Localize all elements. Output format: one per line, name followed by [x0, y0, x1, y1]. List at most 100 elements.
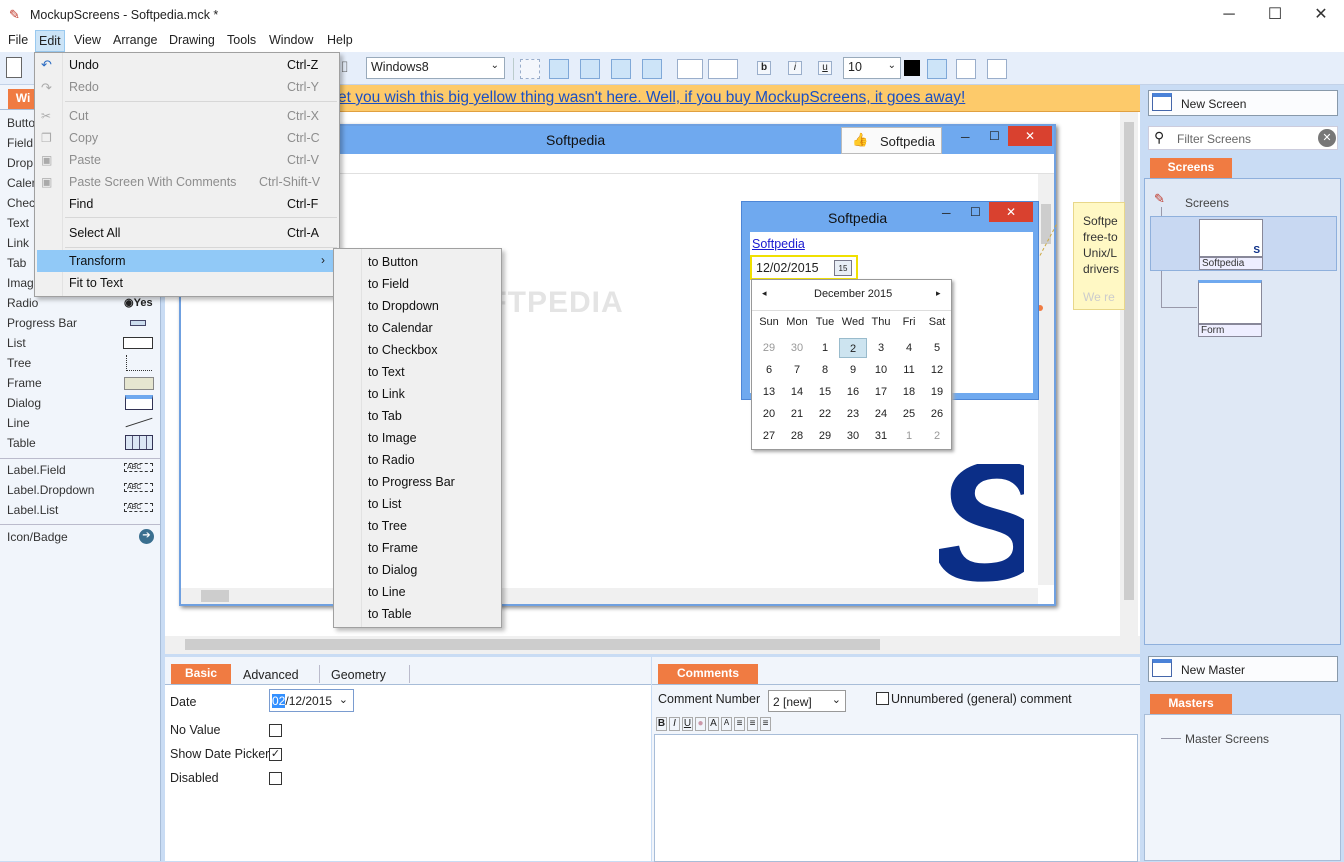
- canvas-v-scrollbar[interactable]: [1120, 112, 1138, 636]
- calendar-day[interactable]: 26: [923, 404, 951, 424]
- widget-list[interactable]: List: [7, 336, 26, 350]
- submenu-item[interactable]: to Tree: [368, 519, 407, 533]
- tab-advanced[interactable]: Advanced: [243, 668, 299, 682]
- widget-label-dropdown[interactable]: Label.Dropdown: [7, 483, 94, 497]
- calendar-day[interactable]: 21: [783, 404, 811, 424]
- font-grow-button[interactable]: A: [708, 717, 719, 731]
- align-center-icon[interactable]: [956, 59, 976, 79]
- scrollbar-thumb[interactable]: [185, 639, 880, 650]
- widget-field[interactable]: Field: [7, 136, 33, 150]
- new-file-icon[interactable]: [6, 57, 22, 78]
- calendar-day[interactable]: 1: [895, 426, 923, 446]
- new-master-button[interactable]: New Master: [1148, 656, 1338, 682]
- widget-tree[interactable]: Tree: [7, 356, 31, 370]
- layout-right-icon[interactable]: [611, 59, 631, 79]
- calendar-day[interactable]: 18: [895, 382, 923, 402]
- menu-window[interactable]: Window: [266, 33, 316, 47]
- calendar-day[interactable]: 30: [783, 338, 811, 358]
- menu-edit[interactable]: Edit: [35, 30, 65, 52]
- widget-calendar[interactable]: Caler: [7, 176, 36, 190]
- font-shrink-button[interactable]: A: [721, 717, 732, 731]
- menu-item-copy[interactable]: Copy Ctrl-C: [35, 127, 339, 149]
- calendar-day[interactable]: 7: [783, 360, 811, 380]
- submenu-item[interactable]: to Frame: [368, 541, 418, 555]
- clear-filter-icon[interactable]: ✕: [1318, 129, 1336, 147]
- submenu-item[interactable]: to Button: [368, 255, 418, 269]
- submenu-item[interactable]: to Progress Bar: [368, 475, 455, 489]
- submenu-item[interactable]: to Dropdown: [368, 299, 439, 313]
- calendar-day[interactable]: 3: [867, 338, 895, 358]
- dialog-link[interactable]: Softpedia: [752, 237, 805, 251]
- calendar-day[interactable]: 19: [923, 382, 951, 402]
- calendar-day[interactable]: 6: [755, 360, 783, 380]
- tab-basic[interactable]: Basic: [171, 664, 231, 684]
- bold-button[interactable]: b: [757, 61, 771, 75]
- submenu-item[interactable]: to Field: [368, 277, 409, 291]
- submenu-item[interactable]: to Image: [368, 431, 417, 445]
- skin-dropdown[interactable]: Windows8 ⌄: [366, 57, 505, 79]
- tab-masters[interactable]: Masters: [1150, 694, 1232, 714]
- canvas-h-scrollbar[interactable]: [165, 636, 1140, 654]
- underline-button[interactable]: u: [818, 61, 832, 75]
- calendar-day[interactable]: 28: [783, 426, 811, 446]
- calendar-day[interactable]: 11: [895, 360, 923, 380]
- new-screen-button[interactable]: New Screen: [1148, 90, 1338, 116]
- minimize-button[interactable]: ─: [1206, 0, 1252, 30]
- underline-format-button[interactable]: U: [682, 717, 693, 731]
- disabled-checkbox[interactable]: [269, 772, 282, 785]
- submenu-item[interactable]: to List: [368, 497, 401, 511]
- menu-arrange[interactable]: Arrange: [110, 33, 160, 47]
- calendar-day[interactable]: 24: [867, 404, 895, 424]
- like-button[interactable]: 👍 Softpedia: [841, 127, 942, 154]
- widget-text[interactable]: Text: [7, 216, 29, 230]
- menu-item-paste-with-comments[interactable]: Paste Screen With Comments Ctrl-Shift-V: [35, 171, 339, 193]
- widget-button[interactable]: Butto: [7, 116, 35, 130]
- color-format-icon[interactable]: ●: [695, 717, 706, 731]
- tab-screens[interactable]: Screens: [1150, 158, 1232, 178]
- menu-item-cut[interactable]: Cut Ctrl-X: [35, 105, 339, 127]
- maximize-button[interactable]: ☐: [1252, 0, 1298, 30]
- calendar-day[interactable]: 16: [839, 382, 867, 402]
- close-button[interactable]: ✕: [1298, 0, 1344, 30]
- sticky-note[interactable]: Softpe free-to Unix/L drivers We re: [1073, 202, 1125, 310]
- layout-split-icon[interactable]: [642, 59, 662, 79]
- menu-file[interactable]: File: [5, 33, 31, 47]
- calendar-day[interactable]: 30: [839, 426, 867, 446]
- menu-view[interactable]: View: [71, 33, 104, 47]
- align-tool-icon[interactable]: [708, 59, 738, 79]
- widget-label-field[interactable]: Label.Field: [7, 463, 66, 477]
- widget-line[interactable]: Line: [7, 416, 30, 430]
- prev-month-icon[interactable]: ◂: [762, 288, 767, 299]
- comment-number-dropdown[interactable]: 2 [new] ⌄: [768, 690, 846, 712]
- calendar-day[interactable]: 25: [895, 404, 923, 424]
- menu-item-select-all[interactable]: Select All Ctrl-A: [35, 222, 339, 244]
- submenu-item[interactable]: to Checkbox: [368, 343, 437, 357]
- menu-item-fit-to-text[interactable]: Fit to Text: [35, 272, 339, 294]
- calendar-day[interactable]: 13: [755, 382, 783, 402]
- calendar-day[interactable]: 12: [923, 360, 951, 380]
- calendar-day[interactable]: 9: [839, 360, 867, 380]
- widget-dialog[interactable]: Dialog: [7, 396, 41, 410]
- widget-checkbox[interactable]: Chec: [7, 196, 35, 210]
- next-month-icon[interactable]: ▸: [936, 288, 941, 299]
- calendar-day[interactable]: 10: [867, 360, 895, 380]
- layout-left-icon[interactable]: [580, 59, 600, 79]
- prop-date-input[interactable]: 02/12/2015 ⌄: [269, 689, 354, 712]
- align-left-icon[interactable]: ≡: [734, 717, 745, 731]
- menu-item-redo[interactable]: Redo Ctrl-Y: [35, 76, 339, 98]
- widget-image[interactable]: Imag: [7, 276, 34, 290]
- menu-tools[interactable]: Tools: [224, 33, 259, 47]
- italic-button[interactable]: i: [788, 61, 802, 75]
- menu-item-undo[interactable]: Undo Ctrl-Z: [35, 54, 339, 76]
- calendar-popup[interactable]: ◂ December 2015 ▸ Sun Mon Tue Wed Thu Fri Sat 2…: [751, 279, 952, 450]
- calendar-day[interactable]: 4: [895, 338, 923, 358]
- trial-banner-link[interactable]: et you wish this big yellow thing wasn't…: [338, 89, 965, 107]
- widget-icon-badge[interactable]: Icon/Badge: [7, 530, 68, 544]
- calendar-day[interactable]: 22: [811, 404, 839, 424]
- submenu-item[interactable]: to Table: [368, 607, 412, 621]
- calendar-day[interactable]: 23: [839, 404, 867, 424]
- filter-screens-input[interactable]: ⚲ Filter Screens ✕: [1148, 126, 1338, 150]
- align-right-icon[interactable]: ≡: [760, 717, 771, 731]
- align-left-icon[interactable]: [927, 59, 947, 79]
- align-center-icon[interactable]: ≡: [747, 717, 758, 731]
